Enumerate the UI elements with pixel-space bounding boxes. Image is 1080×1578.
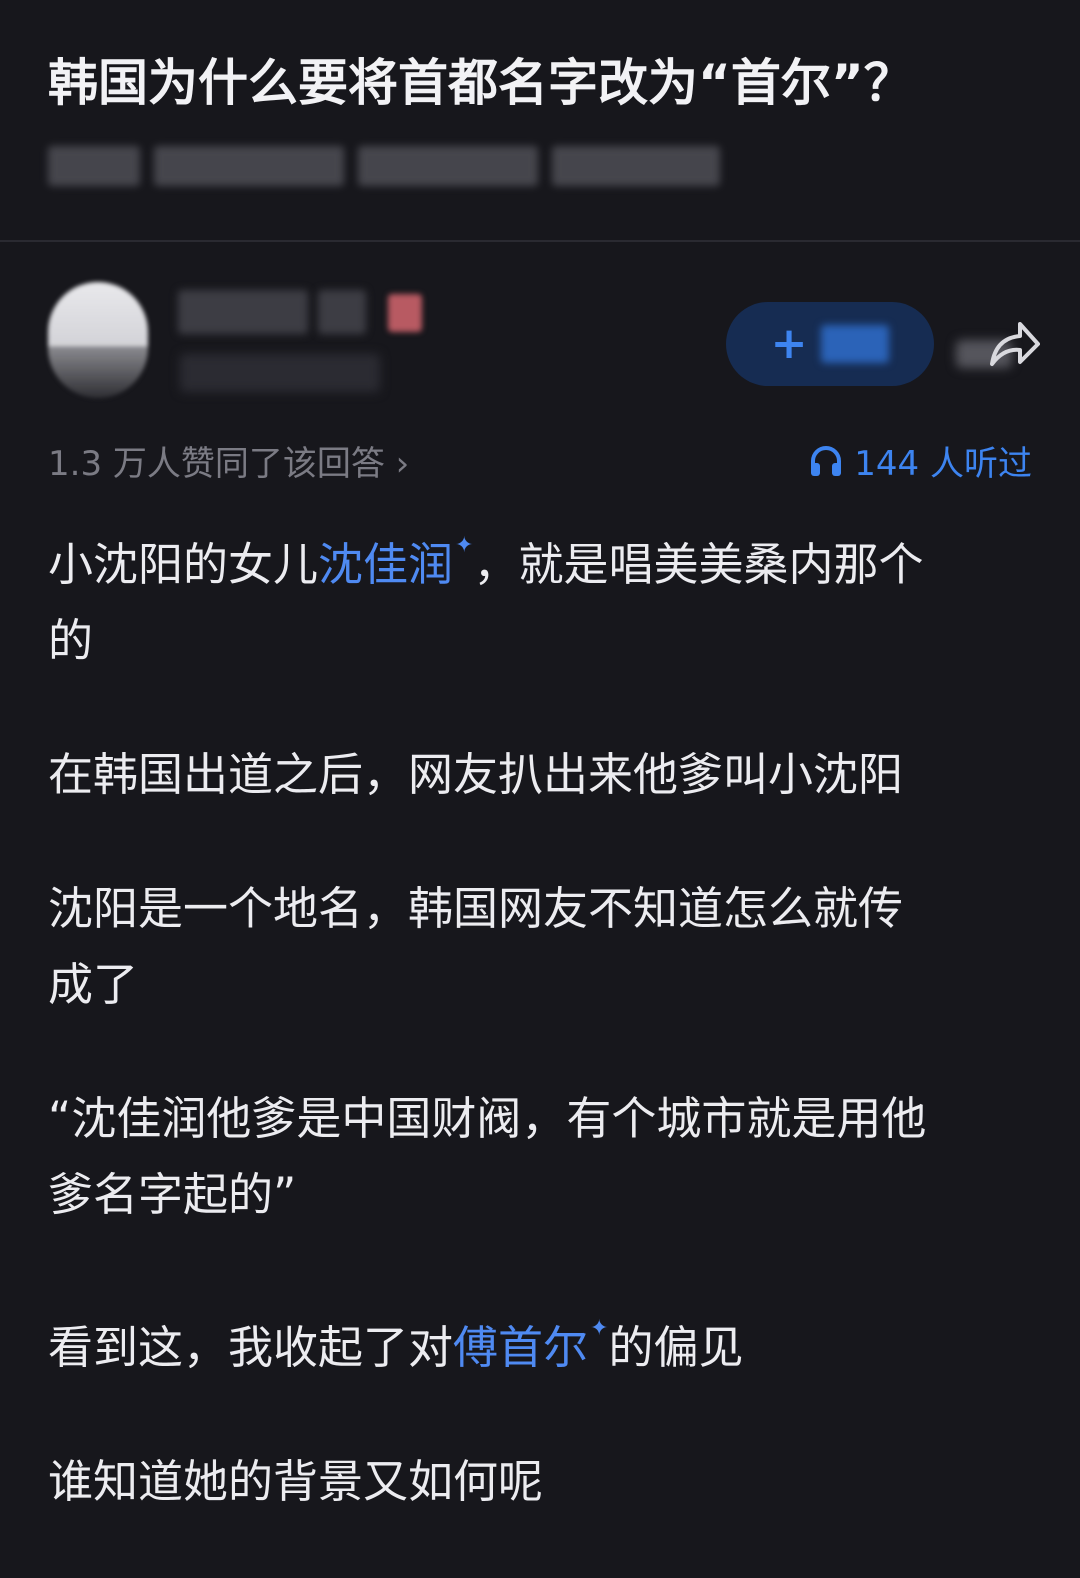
author-avatar[interactable]	[48, 282, 148, 398]
question-title: 韩国为什么要将首都名字改为“首尔”？	[48, 54, 914, 112]
author-name-blurred[interactable]	[178, 290, 422, 334]
listened-label: 144 人听过	[854, 444, 1032, 484]
sparkle-icon: ✦	[455, 533, 474, 558]
sparkle-icon: ✦	[590, 1316, 609, 1341]
follow-label-blurred	[821, 325, 890, 363]
plus-icon: +	[770, 318, 808, 369]
listened-count[interactable]: 144 人听过	[808, 436, 1032, 485]
answer-paragraph: 谁知道她的背景又如何呢	[48, 1455, 544, 1508]
answer-paragraph: 看到这，我收起了对傅首尔✦的偏见	[48, 1316, 744, 1374]
answer-paragraph: 沈阳是一个地名，韩国网友不知道怎么就传 成了	[48, 882, 904, 1011]
divider	[0, 240, 1080, 242]
share-icon	[990, 322, 1040, 366]
question-meta-blurred	[48, 142, 720, 190]
answer-paragraph: 小沈阳的女儿沈佳润✦，就是唱美美桑内那个 的	[48, 533, 924, 667]
answer-paragraph: “沈佳润他爹是中国财阀，有个城市就是用他 爹名字起的”	[48, 1092, 927, 1221]
author-bio-blurred	[180, 354, 380, 392]
entity-link-shen-jiarun[interactable]: 沈佳润	[318, 538, 453, 591]
share-button[interactable]	[950, 314, 1040, 374]
answer-paragraph: 在韩国出道之后，网友扒出来他爹叫小沈阳	[48, 748, 904, 801]
entity-link-fu-shouer[interactable]: 傅首尔	[453, 1321, 588, 1374]
follow-button[interactable]: +	[726, 302, 934, 386]
answer-body: 小沈阳的女儿沈佳润✦，就是唱美美桑内那个 的 在韩国出道之后，网友扒出来他爹叫小…	[48, 508, 1038, 1578]
upvote-count-link[interactable]: 1.3 万人赞同了该回答 ›	[48, 436, 409, 485]
headphones-icon	[811, 445, 842, 476]
